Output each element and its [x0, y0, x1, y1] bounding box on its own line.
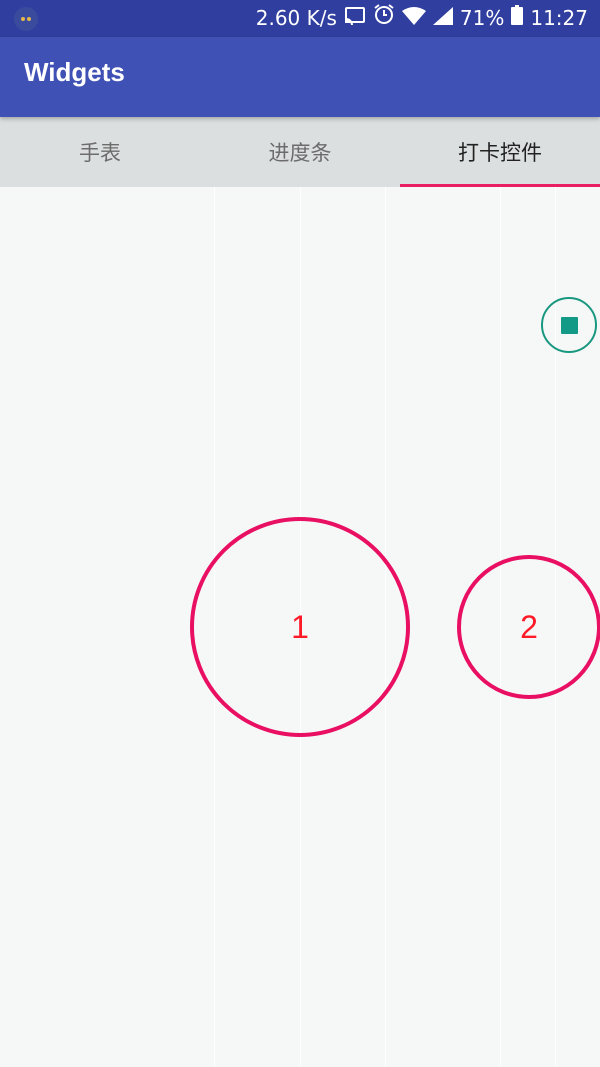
tab-bar: 手表 进度条 打卡控件 — [0, 117, 600, 187]
app-bar: Widgets — [0, 37, 600, 117]
app-title: Widgets — [24, 57, 125, 87]
battery-level: 71% — [459, 6, 505, 30]
tab-watch[interactable]: 手表 — [0, 117, 200, 187]
punch-circle-2[interactable]: 2 — [457, 555, 600, 699]
content-area: 1 2 — [0, 187, 600, 1067]
alarm-icon — [373, 0, 395, 37]
tab-progress-bar[interactable]: 进度条 — [200, 117, 400, 187]
signal-icon — [432, 0, 453, 37]
wifi-icon — [401, 0, 426, 37]
clock: 11:27 — [530, 6, 588, 30]
punch-circle-2-label: 2 — [520, 608, 538, 645]
status-indicators: 2.60 K/s 71% 11:27 — [256, 0, 588, 37]
notification-icon — [14, 7, 38, 31]
punch-circle-1-label: 1 — [291, 608, 309, 645]
cast-icon — [344, 0, 366, 37]
stop-square-icon — [560, 316, 578, 334]
status-bar: 2.60 K/s 71% 11:27 — [0, 0, 600, 37]
punch-circle-1[interactable]: 1 — [190, 517, 410, 737]
battery-icon — [511, 0, 524, 37]
network-speed: 2.60 K/s — [255, 6, 337, 30]
stop-button[interactable] — [541, 297, 597, 353]
tab-punch-widget[interactable]: 打卡控件 — [400, 117, 600, 187]
